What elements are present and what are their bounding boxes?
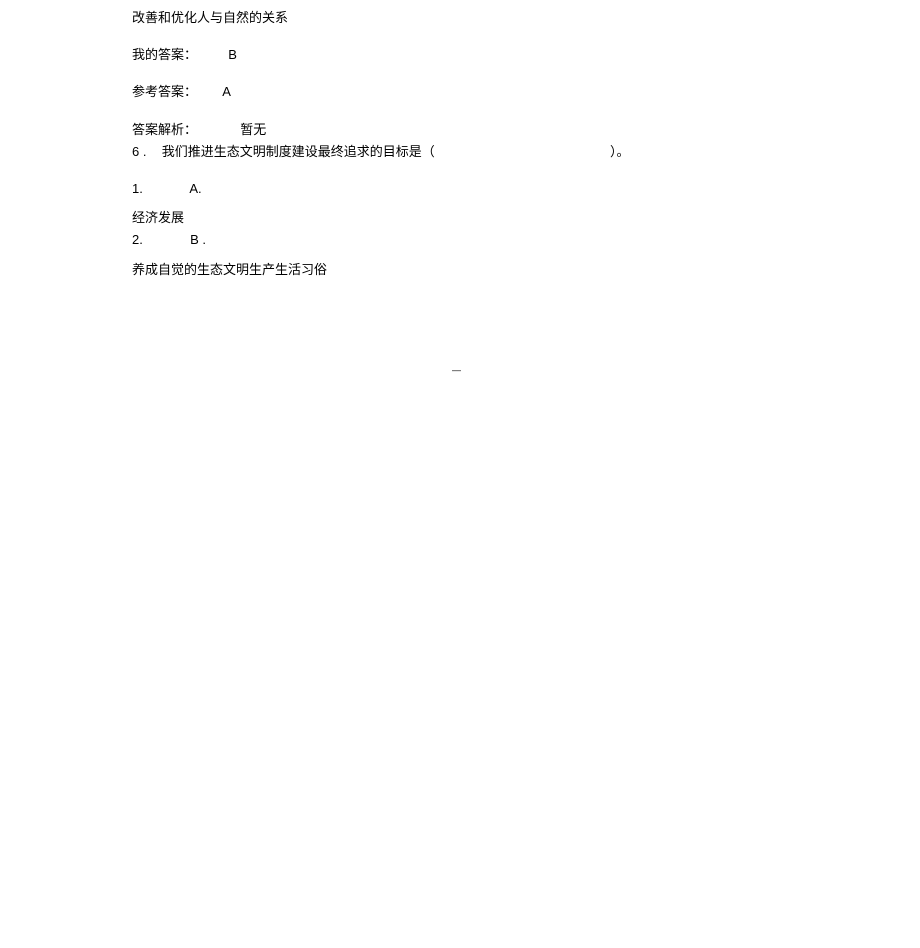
option-number: 1. xyxy=(132,181,143,196)
value-my-answer: B xyxy=(228,47,237,62)
footer-mark: — xyxy=(452,365,461,375)
option-number: 2. xyxy=(132,232,143,247)
label-analysis: 答案解析： xyxy=(132,122,197,137)
text-line: 改善和优化人与自然的关系 xyxy=(132,9,790,27)
option-text-line: 养成自觉的生态文明生产生活习俗 xyxy=(132,261,790,279)
document-content: 改善和优化人与自然的关系 我的答案： B 参考答案： A 答案解析： 暂无 6 … xyxy=(0,0,920,279)
analysis-line: 答案解析： 暂无 xyxy=(132,121,790,139)
value-ref-answer: A xyxy=(222,84,231,99)
option-marker-line: 1. A. xyxy=(132,180,790,198)
option-letter: A. xyxy=(189,181,201,196)
option-letter: B . xyxy=(190,232,206,247)
ref-answer-line: 参考答案： A xyxy=(132,83,790,101)
question-text: 我们推进生态文明制度建设最终追求的目标是（ xyxy=(162,144,435,159)
question-line: 6 . 我们推进生态文明制度建设最终追求的目标是（ ）。 xyxy=(132,143,790,161)
question-end: ）。 xyxy=(610,144,630,159)
value-analysis: 暂无 xyxy=(240,122,266,137)
my-answer-line: 我的答案： B xyxy=(132,46,790,64)
option-text-line: 经济发展 xyxy=(132,209,790,227)
option-marker-line: 2. B . xyxy=(132,231,790,249)
question-number: 6 . xyxy=(132,144,146,159)
label-ref-answer: 参考答案： xyxy=(132,84,197,99)
label-my-answer: 我的答案： xyxy=(132,47,197,62)
